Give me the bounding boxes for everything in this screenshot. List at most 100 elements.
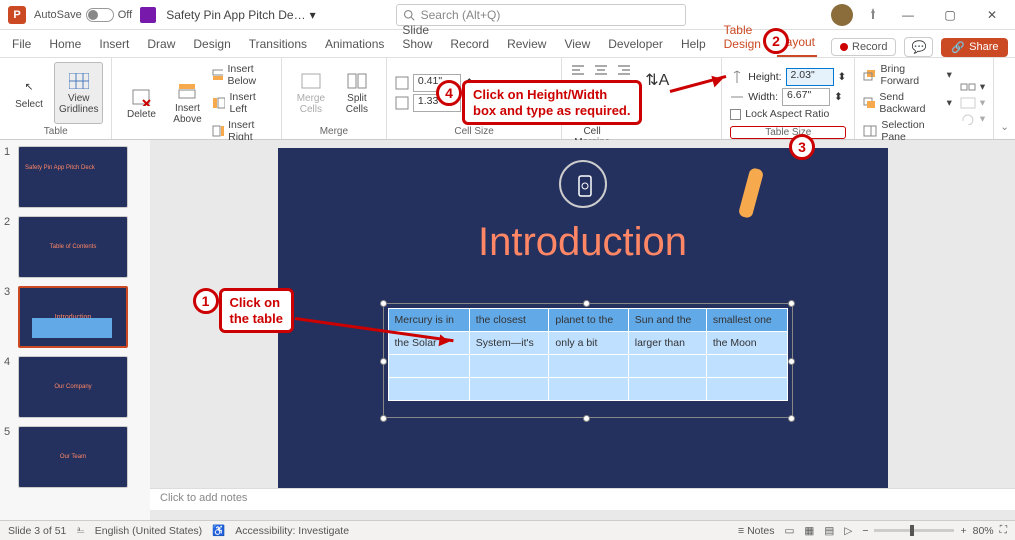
resize-handle[interactable] [788,358,795,365]
slide-counter[interactable]: Slide 3 of 51 [8,525,66,537]
tab-home[interactable]: Home [47,33,83,57]
tab-help[interactable]: Help [679,33,708,57]
merge-cells-button[interactable]: Merge Cells [290,62,332,124]
language-indicator[interactable]: English (United States) [95,525,202,537]
tab-animations[interactable]: Animations [323,33,386,57]
resize-handle[interactable] [583,300,590,307]
notes-pane[interactable]: Click to add notes [150,488,1015,510]
group-button[interactable]: ▾ [960,96,985,110]
zoom-slider[interactable] [874,529,954,532]
resize-handle[interactable] [380,358,387,365]
reading-view-icon[interactable]: ▤ [824,525,834,537]
tab-record[interactable]: Record [448,33,491,57]
accessibility-icon[interactable]: ♿ [212,524,225,537]
share-button[interactable]: 🔗Share [941,38,1008,57]
insert-below-button[interactable]: Insert Below [212,62,272,88]
text-direction-button[interactable]: ⇅A [636,62,678,100]
thumbnail-4[interactable]: 4Our Company [4,356,146,418]
group-icon [960,97,976,109]
minimize-button[interactable]: — [893,1,923,29]
mic-icon[interactable] [865,7,881,23]
align-right-button[interactable] [614,62,634,80]
annotation-1: 1 Click on the table [193,288,294,333]
zoom-control[interactable]: − + 80% ⛶ [862,524,1007,537]
thumbnail-2[interactable]: 2Table of Contents [4,216,146,278]
normal-view-icon[interactable]: ▭ [785,525,795,537]
chevron-down-icon[interactable]: ▾ [980,113,985,125]
chevron-down-icon[interactable]: ▾ [980,97,985,109]
align-left-button[interactable] [570,62,590,80]
tab-view[interactable]: View [562,33,592,57]
width-icon [395,96,409,110]
insert-above-button[interactable]: Insert Above [166,62,208,144]
accessibility-status[interactable]: Accessibility: Investigate [235,525,349,537]
lock-aspect-checkbox[interactable]: Lock Aspect Ratio [730,108,846,120]
view-gridlines-button[interactable]: View Gridlines [54,62,103,124]
annotation-circle-1: 1 [193,288,219,314]
resize-handle[interactable] [583,415,590,422]
toggle-switch-icon[interactable] [86,8,114,22]
tab-slideshow[interactable]: Slide Show [400,19,434,57]
close-button[interactable]: ✕ [977,1,1007,29]
user-avatar[interactable] [831,4,853,26]
align-center-button[interactable] [592,62,612,80]
split-cells-button[interactable]: Split Cells [336,62,378,124]
tab-developer[interactable]: Developer [606,33,665,57]
delete-button[interactable]: Delete [120,62,162,144]
send-backward-button[interactable]: Send Backward ▾ [863,90,952,116]
thumbnail-1[interactable]: 1Safety Pin App Pitch Deck [4,146,146,208]
resize-handle[interactable] [788,300,795,307]
annotation-3: 3 [789,134,815,160]
resize-handle[interactable] [788,415,795,422]
autosave-toggle[interactable]: AutoSave Off [34,8,132,22]
table-width-input[interactable]: Width:6.67"⬍ [730,88,846,106]
align-button[interactable]: ▾ [960,80,985,94]
tab-draw[interactable]: Draw [145,33,177,57]
record-label: Record [852,41,887,53]
table-height-input[interactable]: Height:2.03"⬍ [730,68,846,86]
spell-check-icon[interactable]: ⎁ [76,524,84,537]
chevron-down-icon[interactable]: ▾ [947,69,952,81]
width-icon [730,90,744,104]
zoom-in-icon[interactable]: + [960,525,966,537]
comments-button[interactable]: 💬 [904,37,933,57]
tab-table-design[interactable]: Table Design [722,19,763,57]
select-button[interactable]: ↖Select [8,62,50,124]
tab-insert[interactable]: Insert [97,33,131,57]
annotation-circle-3: 3 [789,134,815,160]
tab-transitions[interactable]: Transitions [247,33,309,57]
sorter-view-icon[interactable]: ▦ [804,525,814,537]
chevron-down-icon[interactable]: ▾ [980,81,985,93]
slide[interactable]: Introduction Mercury is inthe closestpla… [278,148,888,488]
status-bar: Slide 3 of 51 ⎁ English (United States) … [0,520,1015,540]
fit-to-window-icon[interactable]: ⛶ [1000,524,1007,537]
thumbnail-3[interactable]: 3Introduction [4,286,146,348]
search-input[interactable]: Search (Alt+Q) [396,4,686,26]
notes-button[interactable]: ≡ Notes [738,525,774,537]
tab-file[interactable]: File [10,33,33,57]
bring-forward-button[interactable]: Bring Forward ▾ [863,62,952,88]
zoom-out-icon[interactable]: − [862,525,868,537]
resize-handle[interactable] [380,300,387,307]
slideshow-view-icon[interactable]: ▷ [844,525,852,537]
autosave-label: AutoSave [34,9,82,21]
save-icon[interactable] [140,7,156,23]
chevron-down-icon[interactable]: ▾ [947,97,952,109]
tab-review[interactable]: Review [505,33,548,57]
record-button[interactable]: Record [831,38,896,56]
selection-pane-icon [863,125,877,137]
tab-design[interactable]: Design [191,33,232,57]
maximize-button[interactable]: ▢ [935,1,965,29]
spinner-icon[interactable]: ⬍ [834,91,843,103]
collapse-ribbon-icon[interactable]: ⌄ [1000,121,1009,133]
slide-title: Introduction [278,220,888,265]
document-filename[interactable]: Safety Pin App Pitch De… [166,8,305,22]
resize-handle[interactable] [380,415,387,422]
rotate-button[interactable]: ▾ [960,112,985,126]
slide-table[interactable]: Mercury is inthe closestplanet to theSun… [388,308,788,401]
insert-left-button[interactable]: Insert Left [212,90,272,116]
thumbnail-5[interactable]: 5Our Team [4,426,146,488]
filename-dropdown-icon[interactable]: ▾ [310,8,316,22]
zoom-level[interactable]: 80% [973,525,994,537]
spinner-icon[interactable]: ⬍ [838,71,847,83]
